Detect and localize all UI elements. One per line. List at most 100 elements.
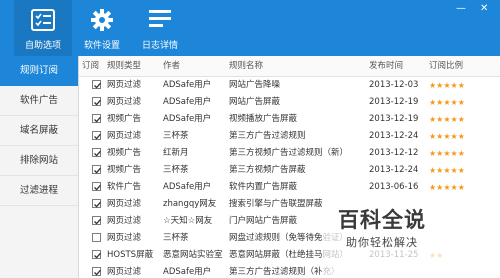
- rating-stars: ★★★★★: [429, 183, 465, 192]
- rule-author: 红新月: [163, 148, 189, 158]
- sidebar-item-exclude-sites[interactable]: 排除网站: [0, 146, 78, 176]
- rule-type: 视频广告: [107, 114, 142, 124]
- rule-author: ADSafe用户: [163, 114, 212, 124]
- table-row[interactable]: 视频广告 三杯茶 第三方视频广告屏蔽 2013-12-24 ★★★★★: [79, 162, 500, 179]
- watermark: 百科全说 助你轻松解决: [322, 200, 500, 278]
- table-row[interactable]: 视频广告 ADSafe用户 视频播放广告屏蔽 2013-12-19 ★★★★★: [79, 111, 500, 128]
- rating-stars: ★★★★★: [429, 132, 465, 141]
- check-icon: [94, 150, 101, 157]
- rule-author: ADSafe用户: [163, 97, 212, 107]
- rule-type: 视频广告: [107, 148, 142, 158]
- rule-name: 网站广告降噪: [229, 80, 281, 90]
- rule-author: ADSafe用户: [163, 80, 212, 90]
- sidebar-item-rule-subscription[interactable]: 规则订阅: [0, 56, 78, 86]
- minimize-button[interactable]: —: [456, 4, 466, 14]
- rating-stars: ★★★★★: [429, 166, 465, 175]
- rule-type: 网页过滤: [107, 131, 142, 141]
- rule-name: 第三方广告过滤规则: [229, 131, 306, 141]
- rule-type: 网页过滤: [107, 267, 142, 277]
- rule-author: 三杯茶: [163, 131, 189, 141]
- subscribe-cell: [79, 94, 105, 111]
- subscribe-checkbox[interactable]: [92, 80, 101, 89]
- close-button[interactable]: ✕: [480, 4, 488, 14]
- log-tool[interactable]: 日志详情: [132, 0, 188, 56]
- subscribe-checkbox[interactable]: [92, 165, 101, 174]
- subscribe-cell: [79, 264, 105, 278]
- header-time: 发布时间: [369, 61, 404, 71]
- watermark-title: 百科全说: [338, 208, 426, 232]
- subscribe-checkbox[interactable]: [92, 131, 101, 140]
- rule-type: 网页过滤: [107, 233, 142, 243]
- rule-author: ADSafe用户: [163, 182, 212, 192]
- rating-stars: ★★★★★: [429, 98, 465, 107]
- subscribe-checkbox[interactable]: [92, 114, 101, 123]
- sidebar-item-domain-block[interactable]: 域名屏蔽: [0, 116, 78, 146]
- table-row[interactable]: 软件广告 ADSafe用户 软件内置广告屏蔽 2013-06-16 ★★★★★: [79, 179, 500, 196]
- check-icon: [94, 99, 101, 106]
- table-row[interactable]: 视频广告 红新月 第三方视频广告过滤规则（新） 2013-12-12 ★★★★★: [79, 145, 500, 162]
- rule-type: 网页过滤: [107, 80, 142, 90]
- rule-time: 2013-12-24: [369, 165, 419, 175]
- check-icon: [94, 201, 101, 208]
- rule-author: zhangqy网友: [163, 199, 217, 209]
- rule-type: 软件广告: [107, 182, 142, 192]
- table-header: 订阅 规则类型 作者 规则名称 发布时间 订阅比例: [79, 56, 500, 77]
- check-icon: [94, 252, 101, 259]
- header-subscribe: 订阅: [82, 61, 100, 71]
- check-icon: [94, 269, 101, 276]
- rule-name: 视频播放广告屏蔽: [229, 114, 298, 124]
- rating-stars: ★★★★★: [429, 149, 465, 158]
- rule-type: HOSTS屏蔽: [107, 250, 154, 260]
- rule-type: 视频广告: [107, 165, 142, 175]
- subscribe-cell: [79, 111, 105, 128]
- rule-time: 2013-12-19: [369, 97, 419, 107]
- rule-time: 2013-12-19: [369, 114, 419, 124]
- rule-author: 三杯茶: [163, 165, 189, 175]
- subscribe-cell: [79, 196, 105, 213]
- check-icon: [94, 133, 101, 140]
- subscribe-cell: [79, 213, 105, 230]
- subscribe-cell: [79, 145, 105, 162]
- rule-type: 网页过滤: [107, 199, 142, 209]
- sidebar-item-filter-process[interactable]: 过滤进程: [0, 176, 78, 206]
- toolbar: 自助选项 软件设置 日志详情 — ✕: [0, 0, 500, 56]
- subscribe-checkbox[interactable]: [92, 148, 101, 157]
- settings-label: 软件设置: [83, 41, 120, 51]
- rule-name: 第三方视频广告过滤规则（新）: [229, 148, 349, 158]
- rating-stars: ★★★★★: [429, 115, 465, 124]
- sidebar-item-software-ads[interactable]: 软件广告: [0, 86, 78, 116]
- subscribe-checkbox[interactable]: [92, 267, 101, 276]
- sidebar: 规则订阅 软件广告 域名屏蔽 排除网站 过滤进程: [0, 56, 79, 278]
- subscribe-cell: [79, 230, 105, 247]
- subscribe-cell: [79, 179, 105, 196]
- header-name: 规则名称: [229, 61, 264, 71]
- subscribe-checkbox[interactable]: [92, 216, 101, 225]
- rule-author: ADSafe用户: [163, 267, 212, 277]
- subscribe-cell: [79, 77, 105, 94]
- rule-name: 第三方视频广告屏蔽: [229, 165, 306, 175]
- subscribe-cell: [79, 162, 105, 179]
- check-icon: [94, 167, 101, 174]
- rule-name: 软件内置广告屏蔽: [229, 182, 298, 192]
- subscribe-checkbox[interactable]: [92, 97, 101, 106]
- table-row[interactable]: 网页过滤 ADSafe用户 网站广告降噪 2013-12-03 ★★★★★: [79, 77, 500, 94]
- subscribe-checkbox[interactable]: [92, 250, 101, 259]
- table-row[interactable]: 网页过滤 三杯茶 第三方广告过滤规则 2013-12-24 ★★★★★: [79, 128, 500, 145]
- settings-tool[interactable]: 软件设置: [74, 0, 130, 56]
- subscribe-checkbox[interactable]: [92, 182, 101, 191]
- list-icon: [149, 10, 171, 27]
- check-icon: [94, 116, 101, 123]
- rule-author: ☆天知☆网友: [163, 216, 213, 226]
- checklist-icon: [31, 9, 55, 31]
- gear-icon: [91, 9, 113, 31]
- rule-type: 网页过滤: [107, 97, 142, 107]
- rule-time: 2013-12-03: [369, 80, 419, 90]
- subscribe-cell: [79, 247, 105, 264]
- subscribe-checkbox[interactable]: [92, 233, 101, 242]
- subscribe-cell: [79, 128, 105, 145]
- subscribe-checkbox[interactable]: [92, 199, 101, 208]
- table-row[interactable]: 网页过滤 ADSafe用户 网站广告屏蔽 2013-12-19 ★★★★★: [79, 94, 500, 111]
- rule-author: 三杯茶: [163, 233, 189, 243]
- auto-select-label: 自助选项: [24, 41, 61, 51]
- auto-select-tool[interactable]: 自助选项: [14, 0, 72, 56]
